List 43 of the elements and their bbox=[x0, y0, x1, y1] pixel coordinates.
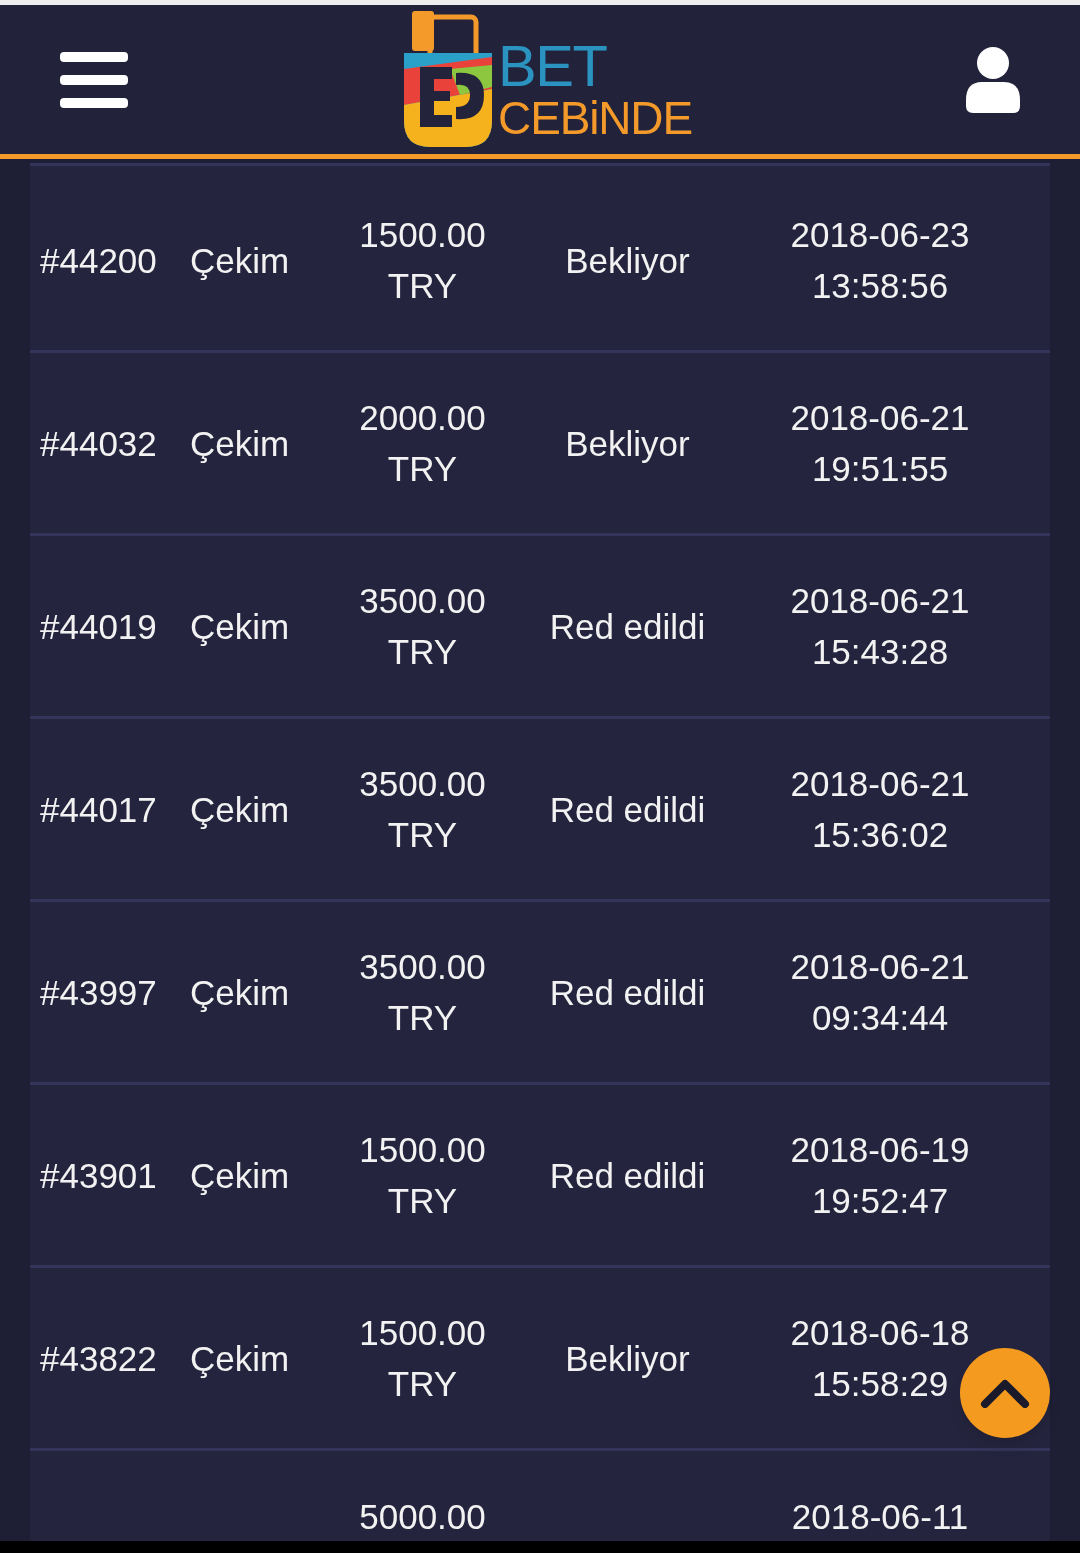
transaction-date: 2018-06-11 bbox=[791, 1496, 969, 1539]
transaction-id: #44019 bbox=[40, 606, 157, 646]
transaction-id: #43901 bbox=[40, 1155, 157, 1195]
logo-text: BET bbox=[498, 36, 608, 95]
transaction-id: #44032 bbox=[40, 423, 157, 463]
transaction-amount: 1500.00 TRY bbox=[358, 1129, 487, 1223]
transaction-date: 2018-06-21 19:51:55 bbox=[789, 397, 971, 491]
transaction-amount: 3500.00 TRY bbox=[358, 580, 487, 674]
transaction-amount: 1500.00 TRY bbox=[358, 1312, 487, 1406]
transaction-status: Red edildi bbox=[549, 971, 706, 1014]
transaction-date: 2018-06-19 19:52:47 bbox=[789, 1129, 971, 1223]
transaction-date: 2018-06-23 13:58:56 bbox=[789, 214, 971, 308]
transaction-id: #44017 bbox=[40, 789, 157, 829]
transaction-type: Çekim bbox=[190, 1155, 290, 1195]
transaction-id: #44200 bbox=[40, 240, 157, 280]
chevron-up-icon bbox=[980, 1378, 1030, 1408]
transaction-amount: 1500.00 TRY bbox=[358, 214, 487, 308]
transaction-type: Çekim bbox=[190, 972, 290, 1012]
transaction-id: #43822 bbox=[40, 1338, 157, 1378]
user-button[interactable] bbox=[964, 45, 1022, 114]
transaction-amount: 3500.00 TRY bbox=[358, 946, 487, 1040]
menu-button[interactable] bbox=[60, 49, 128, 110]
transaction-status: Red edildi bbox=[549, 605, 706, 648]
transaction-type: Çekim bbox=[190, 606, 290, 646]
transaction-amount: 3500.00 TRY bbox=[358, 763, 487, 857]
transaction-date: 2018-06-21 15:43:28 bbox=[789, 580, 971, 674]
user-icon bbox=[964, 45, 1022, 114]
transaction-status: Bekliyor bbox=[565, 239, 690, 282]
transaction-status: Red edildi bbox=[549, 788, 706, 831]
transaction-status: Red edildi bbox=[549, 1154, 706, 1197]
transaction-id: #43997 bbox=[40, 972, 157, 1012]
transaction-status: Bekliyor bbox=[565, 1337, 690, 1380]
transaction-status: Bekliyor bbox=[565, 422, 690, 465]
transaction-type: Çekim bbox=[190, 1338, 290, 1378]
transaction-type: Çekim bbox=[190, 423, 290, 463]
transaction-amount: 5000.00 bbox=[359, 1496, 486, 1539]
transaction-date: 2018-06-21 15:36:02 bbox=[789, 763, 971, 857]
logo-text: CEBiNDE bbox=[498, 94, 692, 141]
transaction-date: 2018-06-21 09:34:44 bbox=[789, 946, 971, 1040]
transaction-type: Çekim bbox=[190, 789, 290, 829]
transaction-date: 2018-06-18 15:58:29 bbox=[789, 1312, 971, 1406]
transaction-type: Çekim bbox=[190, 240, 290, 280]
transaction-amount: 2000.00 TRY bbox=[358, 397, 487, 491]
